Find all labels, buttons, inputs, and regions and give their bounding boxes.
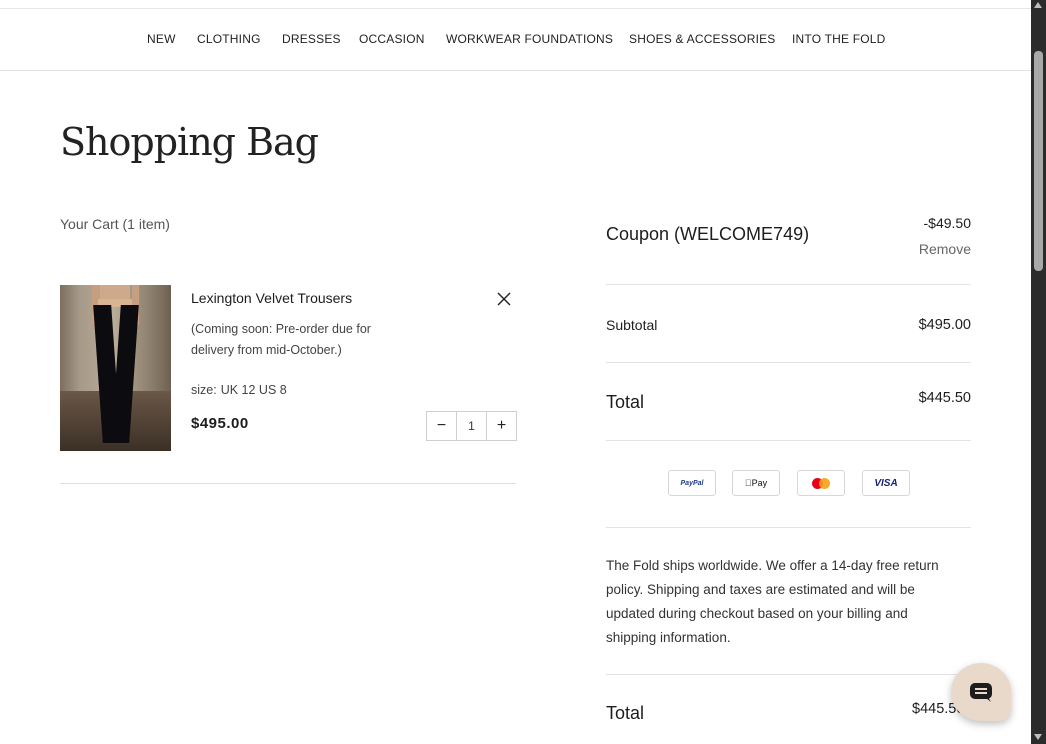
total-label: Total <box>606 392 645 412</box>
scrollbar-thumb[interactable] <box>1034 51 1043 271</box>
remove-item-button[interactable] <box>495 290 513 308</box>
remove-coupon-link[interactable]: Remove <box>919 241 971 257</box>
nav-item-dresses[interactable]: DRESSES <box>282 32 341 46</box>
chat-button[interactable] <box>951 663 1011 721</box>
nav-item-workwear-foundations[interactable]: WORKWEAR FOUNDATIONS <box>446 32 613 46</box>
summary-divider <box>606 362 971 363</box>
product-image[interactable] <box>60 285 171 451</box>
size-label: size: <box>191 383 217 397</box>
nav-item-clothing[interactable]: CLOTHING <box>197 32 261 46</box>
scroll-up-arrow-icon[interactable] <box>1034 2 1042 8</box>
decrease-quantity-button[interactable]: − <box>427 412 456 440</box>
apple-pay-text: Pay <box>748 478 768 488</box>
nav-item-shoes-accessories[interactable]: SHOES & ACCESSORIES <box>629 32 776 46</box>
paypal-icon: PayPal <box>668 470 716 496</box>
coupon-label: Coupon (WELCOME749) <box>606 224 810 244</box>
page-title: Shopping Bag <box>60 120 319 164</box>
product-price: $495.00 <box>191 415 249 432</box>
nav-item-into-the-fold[interactable]: INTO THE FOLD <box>792 32 886 46</box>
apple-logo-icon:  <box>745 478 752 488</box>
mastercard-circle <box>819 477 830 489</box>
scroll-down-arrow-icon[interactable] <box>1034 734 1042 740</box>
total-amount: $445.50 <box>918 390 971 406</box>
cart-divider <box>60 483 516 484</box>
mastercard-icon <box>797 470 845 496</box>
close-icon <box>497 292 511 306</box>
summary-divider <box>606 674 971 675</box>
visa-icon: VISA <box>862 470 910 496</box>
summary-divider <box>606 527 971 528</box>
size-value: UK 12 US 8 <box>220 383 287 397</box>
preorder-note: (Coming soon: Pre-order due for delivery… <box>191 322 371 357</box>
cart-count: Your Cart (1 item) <box>60 216 170 232</box>
total-label-footer: Total <box>606 703 645 723</box>
product-name[interactable]: Lexington Velvet Trousers <box>191 290 352 306</box>
nav-item-occasion[interactable]: OCCASION <box>359 32 425 46</box>
shipping-info: The Fold ships worldwide. We offer a 14-… <box>606 558 939 645</box>
coupon-amount: -$49.50 <box>923 215 971 231</box>
nav-item-new[interactable]: NEW <box>147 32 176 46</box>
chat-icon <box>970 683 992 702</box>
apple-pay-icon: Pay <box>732 470 780 496</box>
main-navigation: NEW CLOTHING DRESSES OCCASION WORKWEAR F… <box>0 9 1031 71</box>
product-size: size: UK 12 US 8 <box>191 383 287 397</box>
subtotal-label: Subtotal <box>606 317 658 333</box>
quantity-stepper: − 1 + <box>426 411 517 441</box>
summary-divider <box>606 440 971 441</box>
subtotal-amount: $495.00 <box>918 317 971 333</box>
summary-divider <box>606 284 971 285</box>
quantity-value[interactable]: 1 <box>456 412 487 440</box>
increase-quantity-button[interactable]: + <box>487 412 516 440</box>
